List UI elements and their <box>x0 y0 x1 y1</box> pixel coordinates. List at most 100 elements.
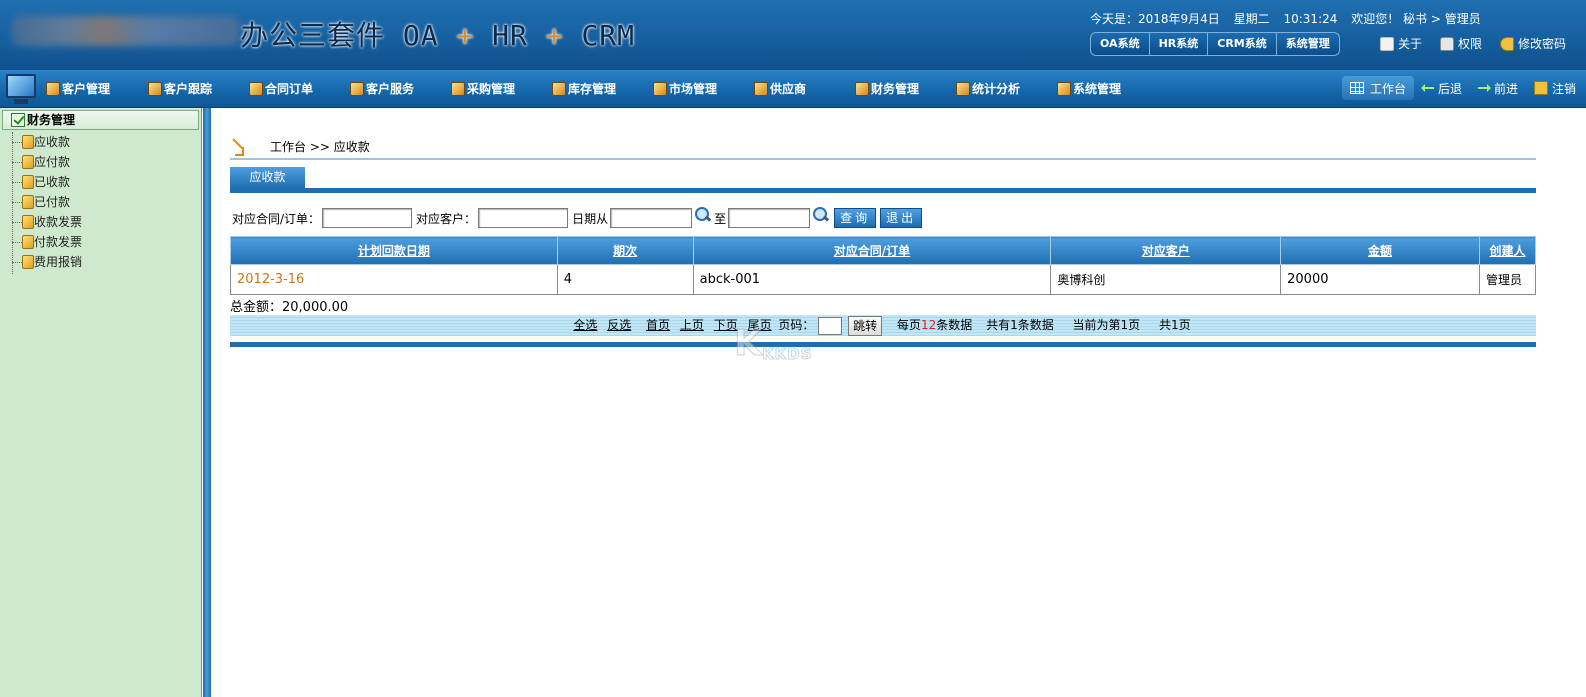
customer-management-icon <box>46 81 60 96</box>
contract-input[interactable] <box>322 208 413 228</box>
customer-service-icon <box>350 81 364 96</box>
customer-label: 对应客户： <box>416 211 477 226</box>
tab-receivable[interactable]: 应收款 <box>230 167 305 188</box>
column-customer[interactable]: 对应客户 <box>1050 236 1282 265</box>
exit-button[interactable]: 退出 <box>880 208 923 228</box>
pager-bottom-border <box>230 342 1536 347</box>
forward-button[interactable]: 前进 <box>1470 76 1526 100</box>
lock-icon <box>1440 36 1455 51</box>
column-contract[interactable]: 对应合同/订单 <box>692 236 1052 265</box>
menu-inventory-management[interactable]: 库存管理 <box>552 80 616 97</box>
per-page-info: 每页12条数据 <box>896 318 973 332</box>
column-planned-date[interactable]: 计划回款日期 <box>230 236 558 265</box>
document-icon <box>1380 36 1394 51</box>
column-period[interactable]: 期次 <box>556 236 694 265</box>
sidebar-item-payable[interactable]: 应付款 <box>10 152 201 172</box>
grid-icon <box>1350 82 1364 94</box>
sidebar-title[interactable]: 财务管理 <box>2 110 199 130</box>
market-icon <box>653 81 667 96</box>
column-creator[interactable]: 创建人 <box>1478 236 1537 265</box>
total-pages-info: 共1页 <box>1159 318 1191 332</box>
logout-button[interactable]: 注销 <box>1526 76 1584 100</box>
cell-period: 4 <box>556 264 694 295</box>
checkbox-icon <box>11 113 25 127</box>
menu-system-management[interactable]: 系统管理 <box>1057 80 1121 97</box>
query-button[interactable]: 查询 <box>834 208 877 228</box>
first-page-link[interactable]: 首页 <box>646 318 670 332</box>
header-links: 关于 权限 修改密码 <box>1380 35 1566 52</box>
breadcrumb: 工作台 >> 应收款 <box>230 136 1536 160</box>
menu-contract-order[interactable]: 合同订单 <box>249 80 313 97</box>
folder-icon <box>22 235 34 249</box>
menu-purchase-management[interactable]: 采购管理 <box>451 80 515 97</box>
folder-icon <box>22 175 34 189</box>
search-bar: 对应合同/订单： 对应客户： 日期从 至 查询 退出 <box>230 206 923 228</box>
customer-input[interactable] <box>478 208 569 228</box>
blurred-logo-image <box>12 16 240 46</box>
sidebar-item-payment-invoice[interactable]: 付款发票 <box>10 232 201 252</box>
tab-hr-system[interactable]: HR系统 <box>1150 33 1209 55</box>
date-from-input[interactable] <box>610 208 693 228</box>
folder-icon <box>22 195 34 209</box>
total-records-info: 共有1条数据 <box>986 318 1054 332</box>
permission-link[interactable]: 权限 <box>1440 35 1482 52</box>
sidebar-item-expense-reimbursement[interactable]: 费用报销 <box>10 252 201 272</box>
menu-customer-management[interactable]: 客户管理 <box>46 80 110 97</box>
workbench-button[interactable]: 工作台 <box>1342 76 1415 100</box>
sidebar-item-paid[interactable]: 已付款 <box>10 192 201 212</box>
sidebar-item-receipt-invoice[interactable]: 收款发票 <box>10 212 201 232</box>
pagination-bar: 全选 反选 首页 上页 下页 尾页 页码： 跳转 每页12条数据 共有1条数据 … <box>230 315 1536 336</box>
date-time-bar: 今天是：2018年9月4日 星期二 10:31:24 欢迎您！ 秘书 > 管理员 <box>1090 10 1491 27</box>
contract-order-icon <box>249 81 263 96</box>
search-icon[interactable] <box>694 206 710 224</box>
menu-market-management[interactable]: 市场管理 <box>653 80 717 97</box>
supplier-icon <box>754 81 768 96</box>
current-weekday: 星期二 <box>1233 12 1270 26</box>
arrow-right-icon <box>1478 84 1492 92</box>
prev-page-link[interactable]: 上页 <box>680 318 704 332</box>
tab-oa-system[interactable]: OA系统 <box>1091 33 1150 55</box>
sidebar: 财务管理 应收款 应付款 已收款 已付款 收款发票 付款发票 费用报销 <box>0 108 202 697</box>
contract-label: 对应合同/订单： <box>232 211 321 226</box>
about-link[interactable]: 关于 <box>1380 35 1422 52</box>
column-amount[interactable]: 金额 <box>1280 236 1480 265</box>
date-to-input[interactable] <box>728 208 811 228</box>
arrow-down-right-icon <box>230 138 244 156</box>
logout-icon <box>1534 81 1549 95</box>
menu-supplier[interactable]: 供应商 <box>754 80 806 97</box>
system-management-icon <box>1057 81 1071 96</box>
cell-creator: 管理员 <box>1478 264 1537 295</box>
current-date: 今天是：2018年9月4日 <box>1090 12 1220 26</box>
tab-crm-system[interactable]: CRM系统 <box>1208 33 1277 55</box>
total-amount: 总金额：20,000.00 <box>230 300 349 315</box>
search-icon[interactable] <box>812 206 828 224</box>
statistics-icon <box>956 81 970 96</box>
app-header: 办公三套件 OA + HR + CRM 今天是：2018年9月4日 星期二 10… <box>0 0 1586 70</box>
system-switcher: OA系统 HR系统 CRM系统 系统管理 <box>1090 32 1340 56</box>
inventory-icon <box>552 81 566 96</box>
current-page-info: 当前为第1页 <box>1072 318 1141 332</box>
select-all-link[interactable]: 全选 <box>573 318 597 332</box>
section-tab-bar: 应收款 <box>230 167 1536 193</box>
menu-statistics[interactable]: 统计分析 <box>956 80 1020 97</box>
key-icon <box>1500 36 1515 51</box>
change-password-link[interactable]: 修改密码 <box>1500 35 1566 52</box>
table-row: 2012-3-16 4 abck-001 奥博科创 20000 管理员 <box>230 264 1537 295</box>
navigation-tools: 工作台 后退 前进 注销 <box>1342 76 1584 100</box>
cell-contract: abck-001 <box>692 264 1052 295</box>
menu-finance-management[interactable]: 财务管理 <box>855 80 919 97</box>
tab-system-management[interactable]: 系统管理 <box>1277 33 1339 55</box>
receivables-table: 计划回款日期 期次 对应合同/订单 对应客户 金额 创建人 2012-3-16 … <box>230 236 1537 295</box>
back-button[interactable]: 后退 <box>1414 76 1470 100</box>
menu-customer-service[interactable]: 客户服务 <box>350 80 414 97</box>
menu-customer-tracking[interactable]: 客户跟踪 <box>148 80 212 97</box>
table-header-row: 计划回款日期 期次 对应合同/订单 对应客户 金额 创建人 <box>230 236 1537 265</box>
app-title: 办公三套件 OA + HR + CRM <box>240 19 636 52</box>
sidebar-item-receivable[interactable]: 应收款 <box>10 132 201 152</box>
cell-planned-date[interactable]: 2012-3-16 <box>230 264 558 295</box>
invert-selection-link[interactable]: 反选 <box>607 318 631 332</box>
jump-button[interactable]: 跳转 <box>848 315 883 336</box>
cell-amount: 20000 <box>1280 264 1480 295</box>
sidebar-item-received[interactable]: 已收款 <box>10 172 201 192</box>
sidebar-splitter[interactable] <box>203 108 211 697</box>
